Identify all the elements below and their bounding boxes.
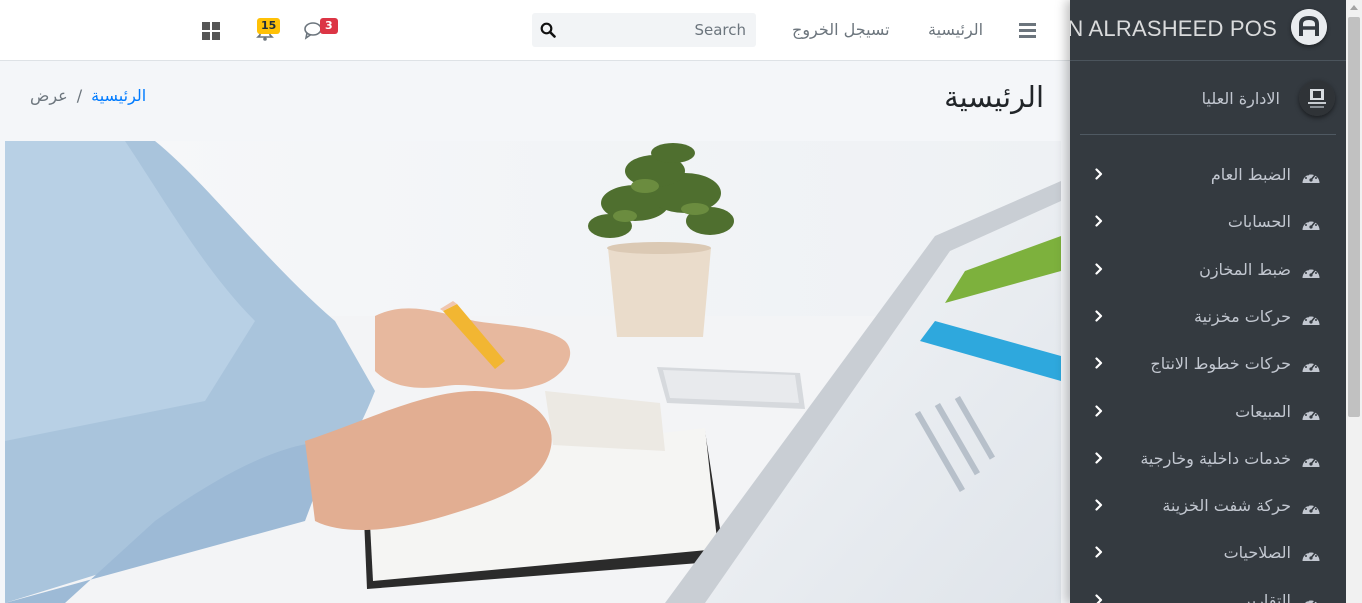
search-box	[532, 13, 756, 47]
scrollbar-thumb[interactable]	[1348, 17, 1360, 417]
main-sidebar: DON ALRASHEED POS الادارة العليا الضبط ا…	[1070, 0, 1346, 603]
brand-text: DON ALRASHEED POS	[1070, 16, 1277, 41]
brand-link[interactable]: DON ALRASHEED POS	[1070, 0, 1346, 61]
tachometer-icon	[1302, 550, 1320, 562]
sidebar-menu-item[interactable]: خدمات داخلية وخارجية	[1078, 440, 1338, 480]
chevron-left-icon	[1095, 357, 1103, 369]
chevron-left-icon	[1095, 215, 1103, 227]
tachometer-icon	[1302, 219, 1320, 231]
home-link[interactable]: الرئيسية	[928, 20, 983, 39]
sidebar-menu-label: حركات مخزنية	[1194, 306, 1291, 326]
top-navbar: 15 3 تسيجل الخروج الرئيسية	[0, 0, 1070, 61]
tachometer-icon	[1302, 361, 1320, 373]
sidebar-menu-item[interactable]: الصلاحيات	[1078, 534, 1338, 574]
sidebar-menu-label: ضبط المخازن	[1199, 259, 1291, 279]
messages-button[interactable]: 3	[304, 18, 340, 44]
sidebar-menu-item[interactable]: الحسابات	[1078, 203, 1338, 243]
chevron-left-icon	[1095, 594, 1103, 603]
breadcrumb-separator: /	[76, 86, 83, 105]
tachometer-icon	[1302, 455, 1320, 467]
chevron-left-icon	[1095, 262, 1103, 275]
chevron-left-icon	[1095, 168, 1103, 180]
brand-logo-icon	[1291, 9, 1327, 45]
chevron-left-icon	[1095, 499, 1103, 511]
sidebar-menu-item[interactable]: ضبط المخازن	[1078, 251, 1338, 291]
window-scrollbar[interactable]	[1346, 0, 1362, 603]
scroll-up-arrow-icon[interactable]	[1350, 5, 1358, 10]
chevron-left-icon	[1095, 310, 1103, 322]
user-panel: الادارة العليا	[1080, 68, 1336, 135]
breadcrumb-current: عرض	[30, 86, 68, 105]
logout-link[interactable]: تسيجل الخروج	[792, 20, 890, 39]
search-icon[interactable]	[540, 22, 556, 38]
messages-count-badge: 3	[320, 18, 338, 34]
user-avatar	[1299, 80, 1335, 116]
sidebar-menu-label: التقارير	[1242, 590, 1291, 603]
sidebar-menu-item[interactable]: حركات مخزنية	[1078, 298, 1338, 338]
search-input[interactable]	[566, 13, 746, 47]
sidebar-menu-label: حركة شفت الخزينة	[1162, 496, 1291, 516]
hero-image	[5, 141, 1061, 603]
tachometer-icon	[1302, 172, 1320, 183]
grid-icon[interactable]	[202, 22, 220, 40]
tachometer-icon	[1304, 597, 1318, 603]
sidebar-menu-label: الصلاحيات	[1223, 543, 1291, 563]
breadcrumb: الرئيسية / عرض	[30, 86, 146, 105]
sidebar-menu-label: خدمات داخلية وخارجية	[1140, 448, 1291, 468]
tachometer-icon	[1302, 408, 1320, 420]
chevron-left-icon	[1095, 546, 1103, 558]
sidebar-menu-label: حركات خطوط الانتاج	[1150, 354, 1291, 374]
chevron-left-icon	[1095, 404, 1103, 417]
bars-icon[interactable]	[1019, 23, 1036, 38]
sidebar-menu-item[interactable]: حركات خطوط الانتاج	[1078, 345, 1338, 385]
page-title: الرئيسية	[944, 80, 1044, 114]
sidebar-menu-label: المبيعات	[1235, 401, 1291, 421]
notifications-count-badge: 15	[257, 18, 281, 34]
sidebar-menu-item[interactable]: التقارير	[1078, 582, 1338, 603]
user-name[interactable]: الادارة العليا	[1202, 89, 1280, 108]
tachometer-icon	[1302, 314, 1320, 325]
tachometer-icon	[1302, 503, 1320, 515]
sidebar-menu-label: الحسابات	[1227, 212, 1291, 232]
sidebar-menu-item[interactable]: الضبط العام	[1078, 156, 1338, 196]
chevron-left-icon	[1095, 452, 1103, 464]
sidebar-menu-label: الضبط العام	[1210, 165, 1291, 184]
breadcrumb-home-link[interactable]: الرئيسية	[91, 86, 146, 105]
sidebar-menu-item[interactable]: حركة شفت الخزينة	[1078, 487, 1338, 527]
tachometer-icon	[1302, 266, 1320, 278]
sidebar-menu-item[interactable]: المبيعات	[1078, 393, 1338, 433]
notifications-button[interactable]: 15	[253, 18, 287, 44]
